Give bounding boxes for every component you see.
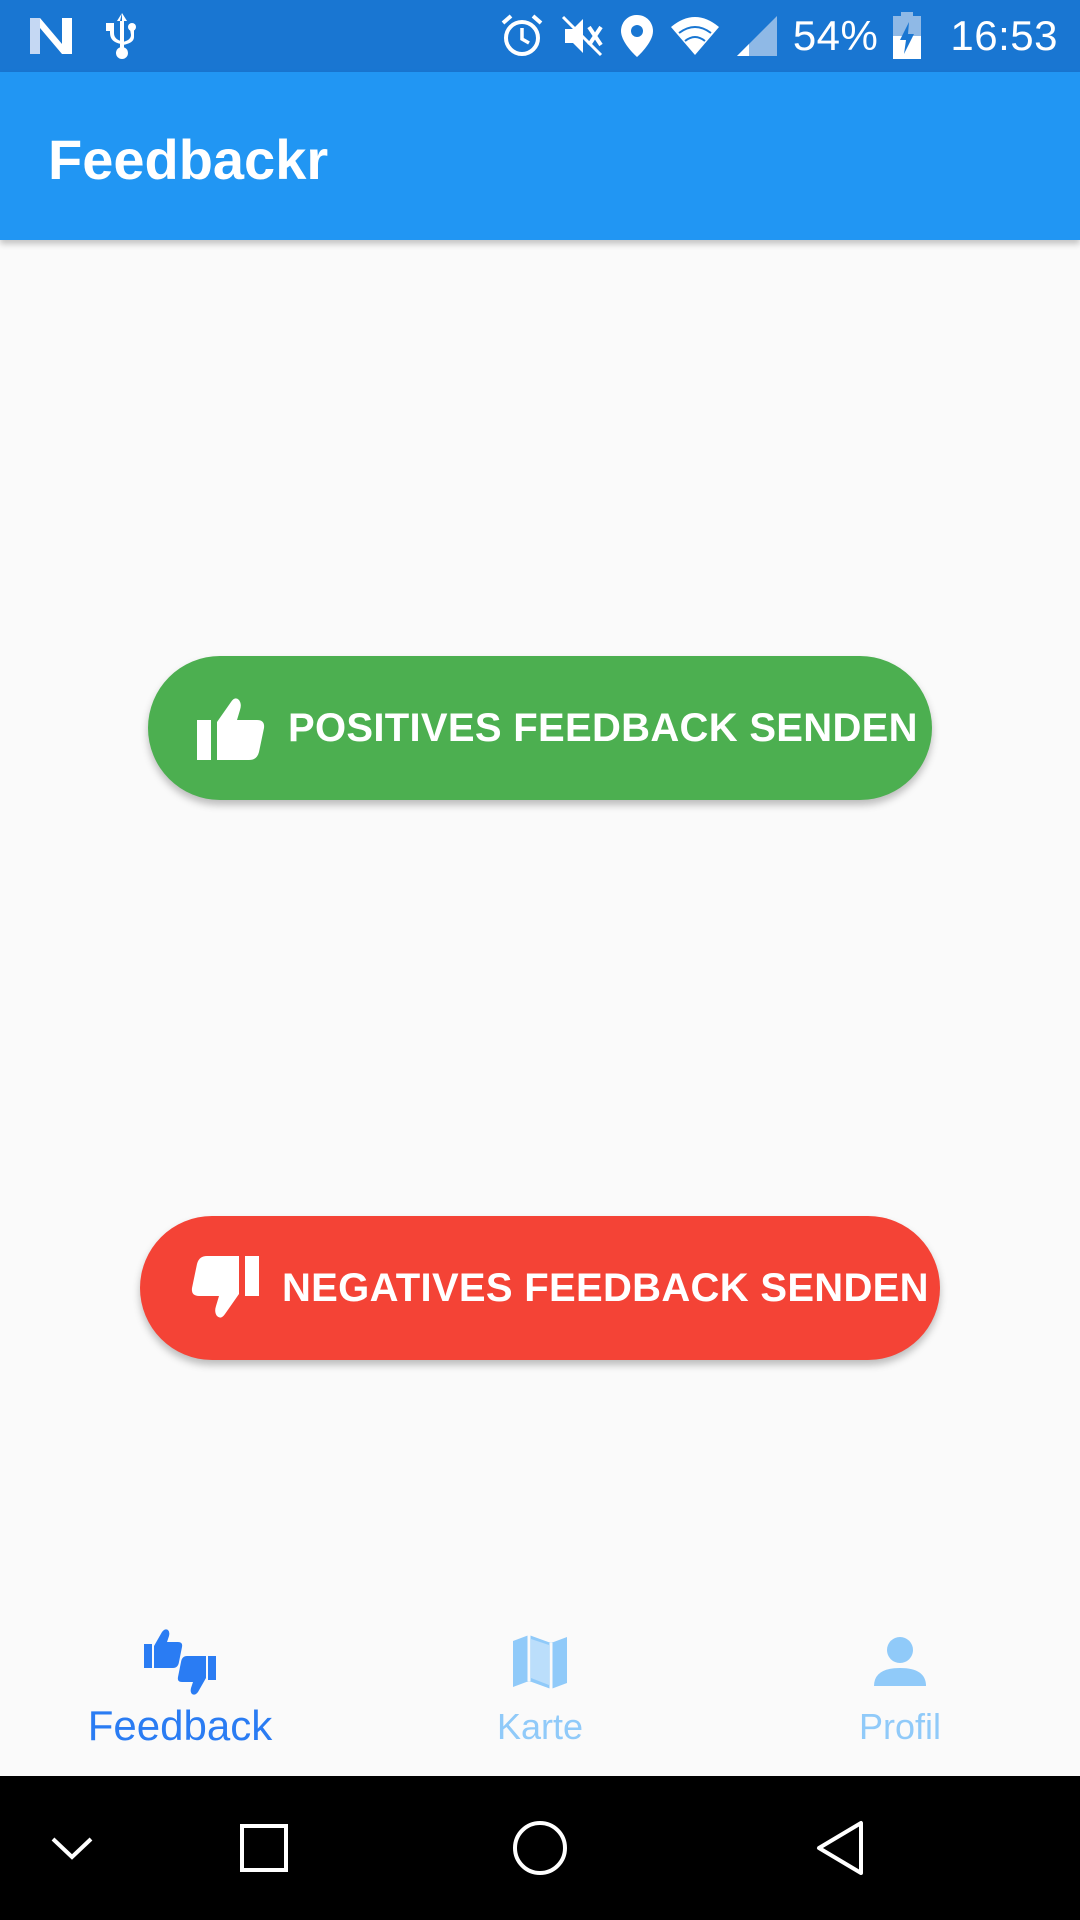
clock: 16:53 — [950, 12, 1058, 59]
nav-item-feedback[interactable]: Feedback — [0, 1610, 360, 1776]
location-icon — [619, 13, 655, 59]
map-icon — [360, 1622, 720, 1702]
status-bar: 54% 16:53 — [0, 0, 1080, 72]
status-bar-right: 54% 16:53 — [499, 8, 1058, 64]
send-negative-feedback-button[interactable]: NEGATIVES FEEDBACK SENDEN — [140, 1216, 940, 1360]
recents-icon[interactable] — [224, 1808, 304, 1888]
negative-button-label: NEGATIVES FEEDBACK SENDEN — [282, 1265, 929, 1310]
person-icon — [720, 1622, 1080, 1702]
page-title: Feedbackr — [48, 128, 329, 191]
nav-label-profil: Profil — [858, 1706, 942, 1747]
chevron-down-icon[interactable] — [32, 1808, 112, 1888]
battery-percent: 54% — [792, 12, 879, 59]
n-logo-icon — [28, 16, 74, 56]
mute-icon — [559, 13, 605, 59]
usb-icon — [104, 11, 140, 61]
status-bar-left — [28, 10, 140, 62]
thumb-up-icon — [196, 693, 266, 763]
alarm-icon — [499, 13, 545, 59]
send-positive-feedback-button[interactable]: POSITIVES FEEDBACK SENDEN — [148, 656, 932, 800]
thumbs-up-down-icon — [0, 1622, 360, 1702]
thumb-down-icon — [190, 1253, 260, 1323]
signal-icon — [735, 14, 779, 58]
back-icon[interactable] — [800, 1808, 880, 1888]
nav-label-karte: Karte — [496, 1706, 584, 1747]
app-bar: Feedbackr — [0, 72, 1080, 240]
bottom-navigation: Feedback Karte Profil — [0, 1610, 1080, 1776]
positive-button-label: POSITIVES FEEDBACK SENDEN — [288, 705, 918, 750]
nav-item-profil[interactable]: Profil — [720, 1610, 1080, 1776]
nav-item-karte[interactable]: Karte — [360, 1610, 720, 1776]
wifi-icon — [669, 15, 721, 57]
system-navigation-bar — [0, 1776, 1080, 1920]
battery-charging-icon — [892, 12, 922, 60]
nav-label-feedback: Feedback — [87, 1702, 273, 1749]
home-icon[interactable] — [500, 1808, 580, 1888]
